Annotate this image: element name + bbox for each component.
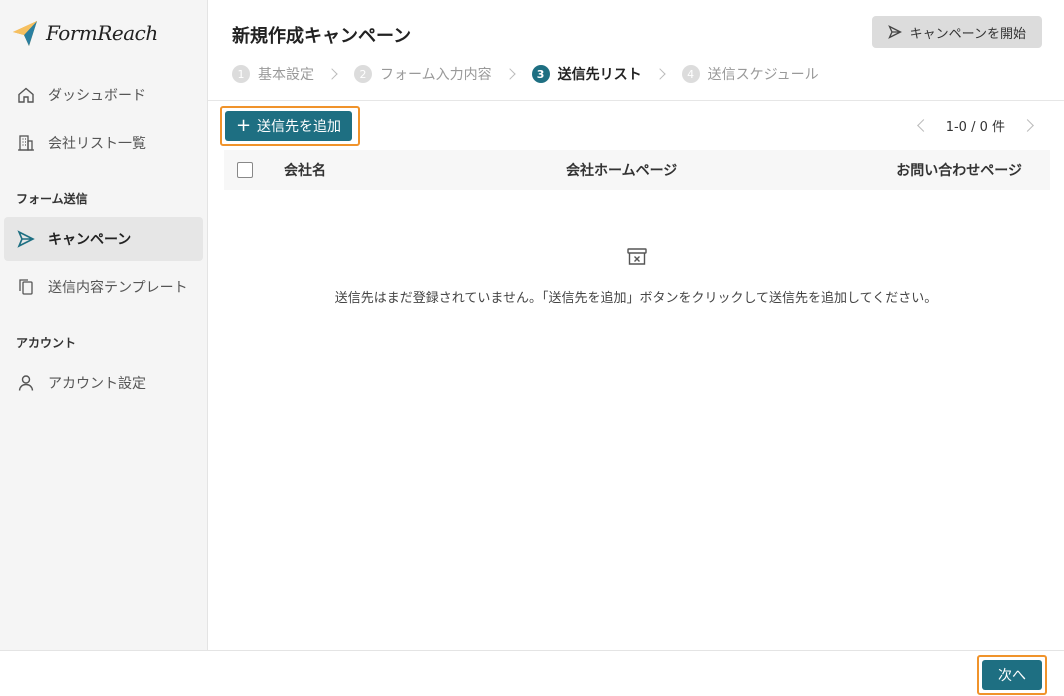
section-title-account: アカウント [16,336,77,350]
step-basic-settings[interactable]: 1 基本設定 [232,64,314,84]
paper-plane-logo-icon [13,21,37,46]
sidebar-item-label: アカウント設定 [48,376,146,392]
pagination-text: 1-0 / 0 件 [945,120,1005,135]
column-header-company: 会社名 [284,163,326,179]
chevron-right-icon [503,68,516,80]
section-title-form: フォーム送信 [16,192,88,206]
user-icon [16,373,36,393]
sidebar-item-label: 会社リスト一覧 [48,136,146,152]
step-schedule[interactable]: 4 送信スケジュール [681,64,819,84]
logo[interactable]: FormReach [12,18,158,48]
sidebar: FormReach ダッシュボード 会社リスト一覧 フォーム送信 キャンペーン … [0,0,208,650]
step-number: 2 [354,65,372,83]
divider [208,100,1064,101]
start-campaign-button[interactable]: キャンペーンを開始 [871,16,1042,48]
step-label: 基本設定 [258,67,314,83]
start-campaign-label: キャンペーンを開始 [909,26,1026,42]
step-number: 3 [531,65,550,83]
add-recipient-label: 送信先を追加 [257,119,342,135]
step-label: 送信スケジュール [707,67,819,83]
app-name: FormReach [46,21,158,45]
home-icon [16,85,36,105]
main-content: 新規作成キャンペーン キャンペーンを開始 1 基本設定 2 フォーム入力内容 3… [208,0,1064,650]
chevron-right-icon[interactable] [1021,119,1034,132]
pagination: 1-0 / 0 件 [916,116,1034,135]
step-number: 1 [232,65,250,83]
chevron-right-icon [326,68,338,80]
sidebar-item-campaign[interactable]: キャンペーン [4,217,203,261]
step-label: フォーム入力内容 [380,67,492,83]
sidebar-item-label: 送信内容テンプレート [48,280,188,296]
copy-icon [16,277,36,297]
page-title: 新規作成キャンペーン [232,26,412,47]
send-icon [16,229,36,249]
sidebar-item-account-settings[interactable]: アカウント設定 [4,361,203,405]
step-indicator: 1 基本設定 2 フォーム入力内容 3 送信先リスト 4 送信スケジュール [232,63,819,85]
column-header-homepage: 会社ホームページ [566,163,678,179]
send-icon [887,25,902,39]
sidebar-item-company-list[interactable]: 会社リスト一覧 [4,121,203,165]
step-number: 4 [681,65,700,83]
empty-archive-icon [627,248,647,265]
sidebar-item-label: ダッシュボード [48,88,146,104]
select-all-checkbox[interactable] [237,162,253,178]
building-icon [16,133,36,153]
sidebar-item-dashboard[interactable]: ダッシュボード [4,73,203,117]
sidebar-item-template[interactable]: 送信内容テンプレート [4,265,203,309]
step-recipient-list[interactable]: 3 送信先リスト [531,64,642,84]
next-label: 次へ [998,668,1026,684]
sidebar-item-label: キャンペーン [48,232,132,248]
plus-icon: + [235,115,252,136]
footer-bar [0,650,1064,696]
chevron-left-icon[interactable] [916,119,930,132]
next-button[interactable]: 次へ [982,660,1042,690]
column-header-contact-page: お問い合わせページ [896,163,1022,179]
empty-state-message: 送信先はまだ登録されていません。「送信先を追加」ボタンをクリックして送信先を追加… [334,291,938,306]
step-form-input[interactable]: 2 フォーム入力内容 [354,64,492,84]
step-label: 送信先リスト [557,67,642,83]
add-recipient-button[interactable]: + 送信先を追加 [225,111,352,141]
chevron-right-icon [653,68,666,80]
table-header: 会社名 会社ホームページ お問い合わせページ [224,150,1050,190]
